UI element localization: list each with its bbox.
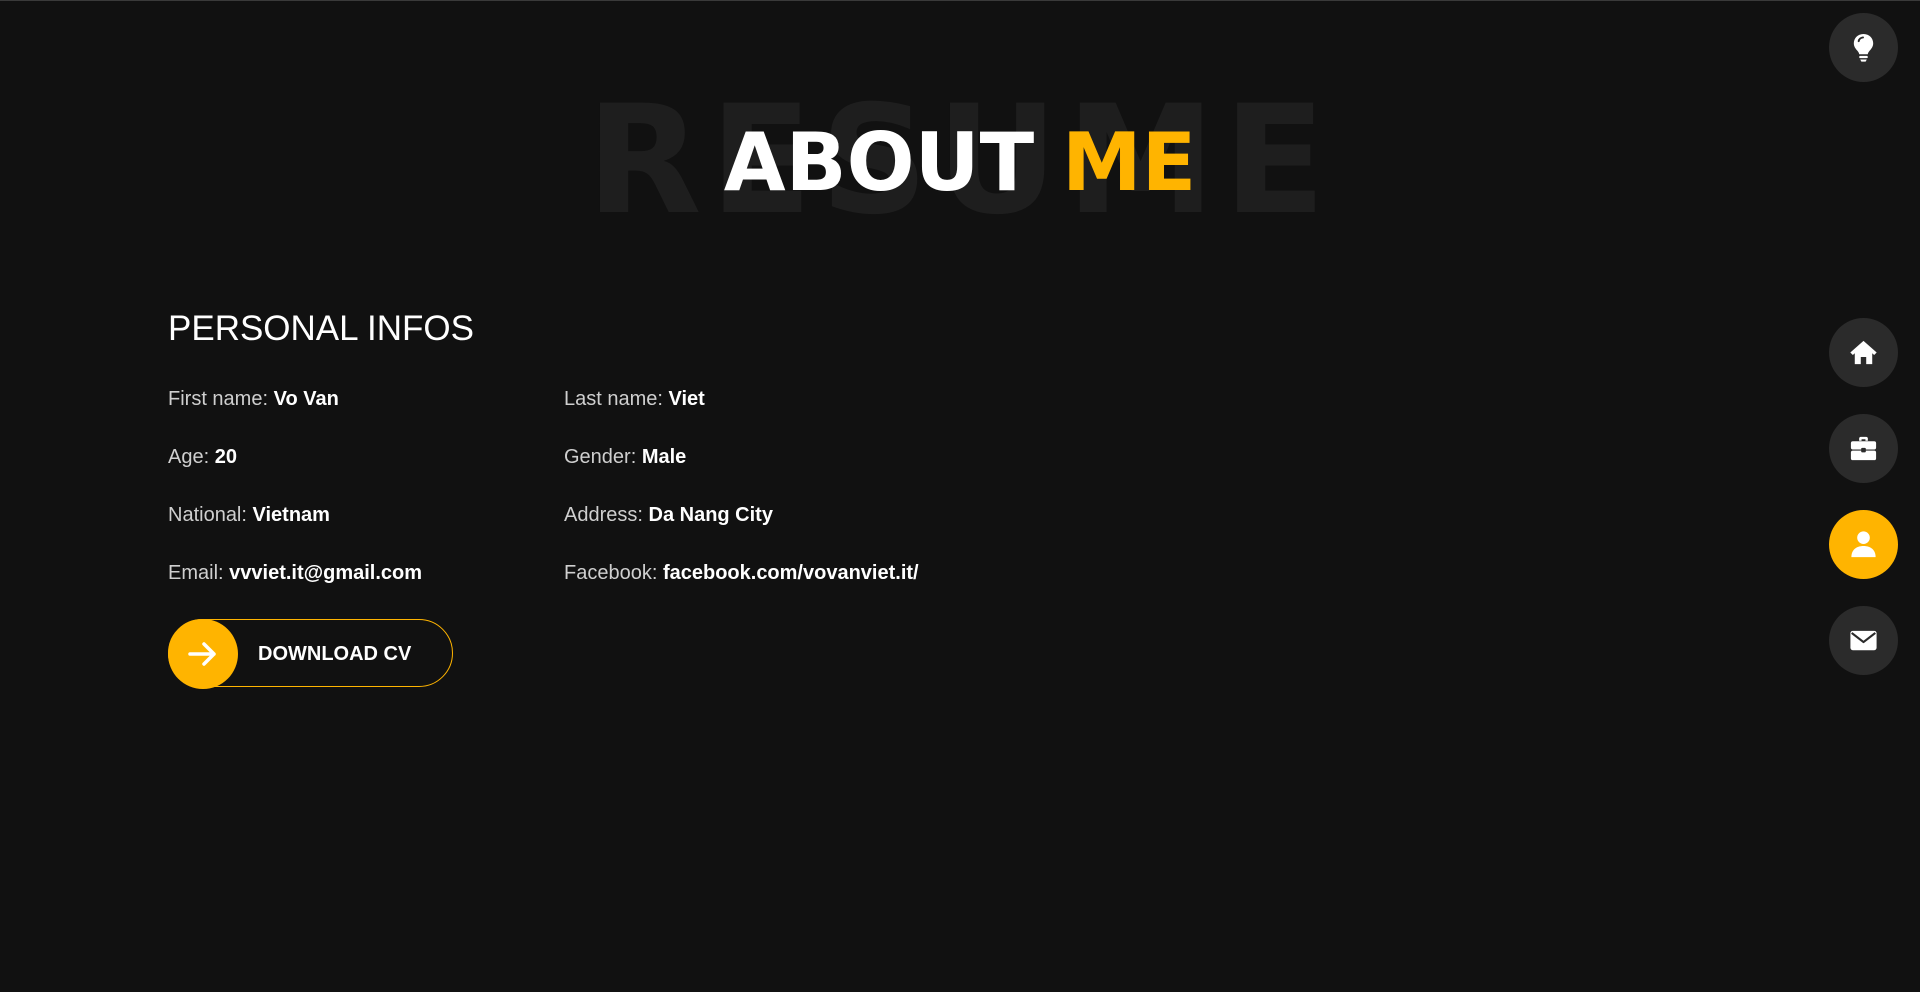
info-value: 20 <box>214 446 237 468</box>
info-label: Facebook: <box>564 562 658 584</box>
info-gender: Gender: Male <box>564 443 686 471</box>
theme-toggle-button[interactable] <box>1829 13 1898 82</box>
info-value: Male <box>641 446 687 468</box>
page-title: ABOUT ME <box>0 113 1920 213</box>
about-page: RESUME ABOUT ME PERSONAL INFOS First nam… <box>0 0 1920 992</box>
info-age: Age: 20 <box>168 443 237 471</box>
info-value: Viet <box>668 388 705 410</box>
nav-contact-button[interactable] <box>1829 606 1898 675</box>
info-value: Vo Van <box>273 388 339 410</box>
info-value: Da Nang City <box>648 504 773 526</box>
info-address: Address: Da Nang City <box>564 501 773 529</box>
personal-infos-heading: PERSONAL INFOS <box>168 309 474 348</box>
nav-about-button[interactable] <box>1829 510 1898 579</box>
nav-portfolio-button[interactable] <box>1829 414 1898 483</box>
info-label: National: <box>168 504 247 526</box>
download-icon-circle <box>168 619 238 689</box>
info-value: Vietnam <box>252 504 330 526</box>
info-label: Gender: <box>564 446 637 468</box>
briefcase-icon <box>1850 436 1877 461</box>
download-cv-button[interactable]: DOWNLOAD CV <box>168 619 453 689</box>
title-main-text: ABOUT <box>723 116 1062 209</box>
info-value: facebook.com/vovanviet.it/ <box>662 562 919 584</box>
lightbulb-icon <box>1853 33 1874 62</box>
info-first-name: First name: Vo Van <box>168 385 339 413</box>
arrow-right-icon <box>188 642 216 666</box>
envelope-icon <box>1850 630 1877 651</box>
info-value: vvviet.it@gmail.com <box>229 562 423 584</box>
info-national: National: Vietnam <box>168 501 330 529</box>
home-icon <box>1850 340 1877 365</box>
nav-home-button[interactable] <box>1829 318 1898 387</box>
info-label: Age: <box>168 446 210 468</box>
info-label: Email: <box>168 562 224 584</box>
info-label: Address: <box>564 504 643 526</box>
download-cv-label: DOWNLOAD CV <box>258 643 412 665</box>
info-label: First name: <box>168 388 269 410</box>
info-label: Last name: <box>564 388 663 410</box>
info-facebook: Facebook: facebook.com/vovanviet.it/ <box>564 559 919 587</box>
title-accent-text: ME <box>1062 116 1197 209</box>
section-title: RESUME ABOUT ME <box>0 86 1920 236</box>
user-icon <box>1851 531 1876 558</box>
info-email: Email: vvviet.it@gmail.com <box>168 559 422 587</box>
info-last-name: Last name: Viet <box>564 385 705 413</box>
